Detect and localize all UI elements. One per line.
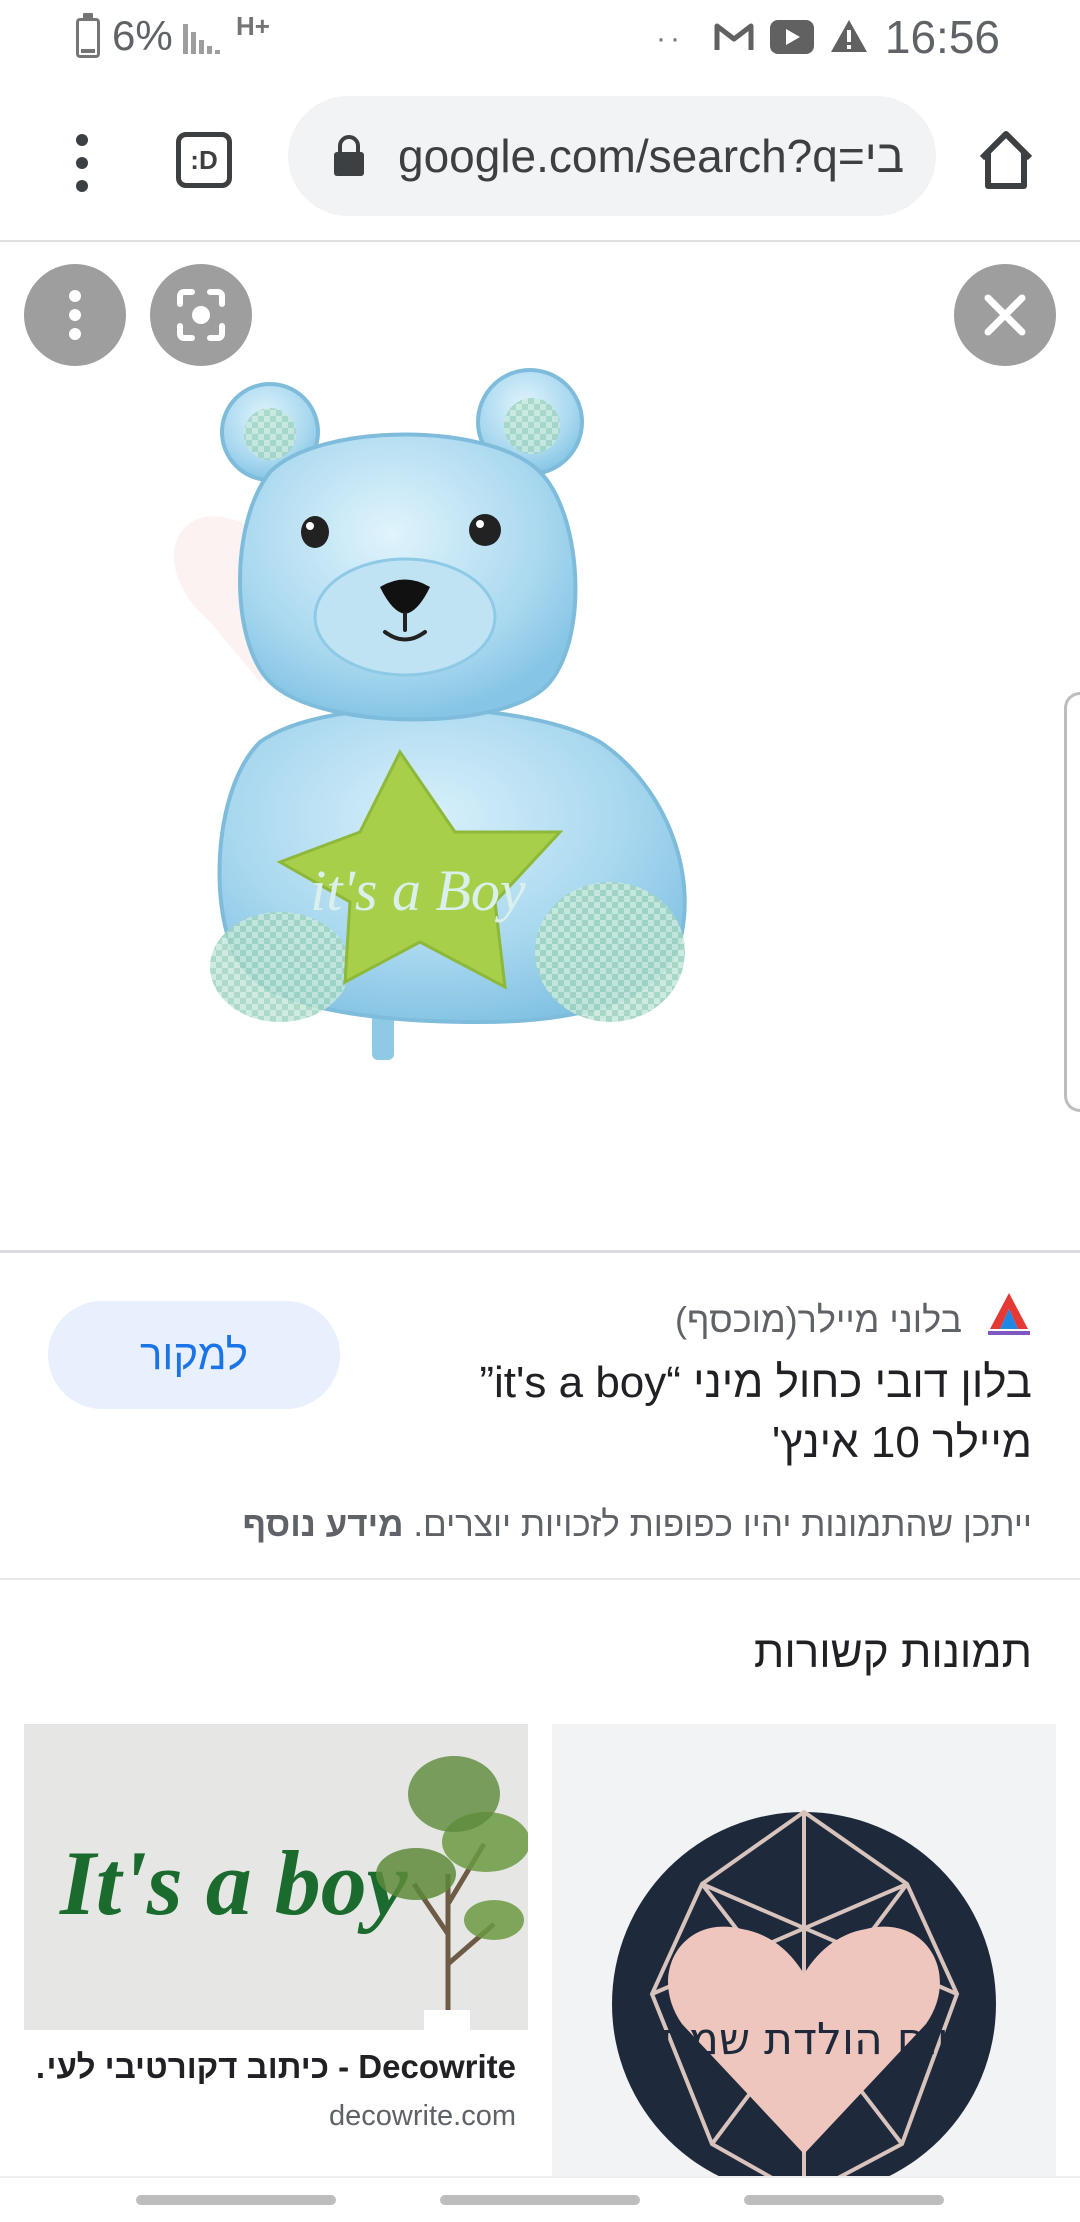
browser-menu-icon[interactable] bbox=[60, 128, 104, 198]
nav-recents-gesture[interactable] bbox=[744, 2195, 944, 2205]
signal-icon bbox=[183, 24, 220, 54]
related-card-caption[interactable]: Decowrite - כיתוב דקורטיבי לעי… bbox=[36, 2048, 516, 2086]
related-card-decowrite[interactable]: It's a boy Decowrite - כיתוב דקורטיבי לע… bbox=[24, 1724, 528, 2220]
status-bar: 6% H+ ·· 16:56 bbox=[0, 0, 1080, 74]
source-logo-icon[interactable] bbox=[984, 1289, 1034, 1339]
source-name[interactable]: בלוני מיילר(מוכסף) bbox=[675, 1299, 962, 1341]
info-divider bbox=[0, 1578, 1080, 1580]
tab-switcher-button[interactable]: :D bbox=[176, 132, 232, 188]
home-icon[interactable] bbox=[976, 128, 1036, 192]
url-bar[interactable]: google.com/search?q=בי bbox=[288, 96, 936, 216]
warning-icon bbox=[831, 20, 867, 52]
nav-home-gesture[interactable] bbox=[440, 2195, 640, 2205]
balloon-hebrew-text: יום הולדת שמח bbox=[660, 2014, 947, 2065]
viewer-more-button[interactable] bbox=[24, 264, 126, 366]
battery-icon bbox=[76, 18, 100, 58]
youtube-icon bbox=[770, 20, 814, 54]
lens-icon bbox=[177, 289, 225, 341]
copyright-notice: ייתכן שהתמונות יהיו כפופות לזכויות יוצרי… bbox=[243, 1505, 1032, 1545]
learn-more-link[interactable]: מידע נוסף bbox=[243, 1505, 404, 1544]
related-card-domain: decowrite.com bbox=[329, 2100, 516, 2132]
lens-search-button[interactable] bbox=[150, 264, 252, 366]
nav-back-gesture[interactable] bbox=[136, 2195, 336, 2205]
related-image-its-a-boy[interactable]: It's a boy bbox=[24, 1724, 528, 2030]
thumbnail-text: It's a boy bbox=[59, 1832, 409, 1934]
system-navigation-bar bbox=[0, 2176, 1080, 2222]
balloon-text: it's a Boy bbox=[310, 858, 526, 923]
related-thumbnail: It's a boy bbox=[24, 1724, 528, 2030]
lock-icon[interactable] bbox=[332, 134, 366, 178]
visit-source-button[interactable]: למקור bbox=[48, 1301, 340, 1409]
mobile-data-icon: H+ bbox=[236, 11, 270, 41]
copyright-text: ייתכן שהתמונות יהיו כפופות לזכויות יוצרי… bbox=[413, 1505, 1032, 1544]
more-notifications-icon: ·· bbox=[656, 22, 684, 55]
side-scroll-handle[interactable] bbox=[1064, 692, 1080, 1112]
result-info-panel: בלוני מיילר(מוכסף) למקור בלון דובי כחול … bbox=[0, 1253, 1080, 1579]
related-image-birthday-balloon[interactable]: יום הולדת שמח bbox=[552, 1724, 1056, 2220]
related-images-heading: תמונות קשורות bbox=[753, 1628, 1032, 1677]
url-text[interactable]: google.com/search?q=בי bbox=[398, 126, 918, 186]
clock: 16:56 bbox=[884, 11, 1000, 63]
close-icon bbox=[984, 294, 1026, 336]
battery-percent: 6% bbox=[112, 12, 173, 59]
close-viewer-button[interactable] bbox=[954, 264, 1056, 366]
browser-toolbar: :D google.com/search?q=בי bbox=[0, 74, 1080, 242]
teddy-bear-balloon-image: it's a Boy bbox=[173, 368, 687, 1060]
gmail-icon bbox=[714, 23, 754, 50]
related-card-birthday-balloon[interactable]: יום הולדת שמח bbox=[552, 1724, 1056, 2220]
result-title[interactable]: בלון דובי כחול מיני “it's a boy” מיילר 1… bbox=[412, 1353, 1032, 1473]
image-viewer: it's a Boy bbox=[0, 242, 1080, 1250]
